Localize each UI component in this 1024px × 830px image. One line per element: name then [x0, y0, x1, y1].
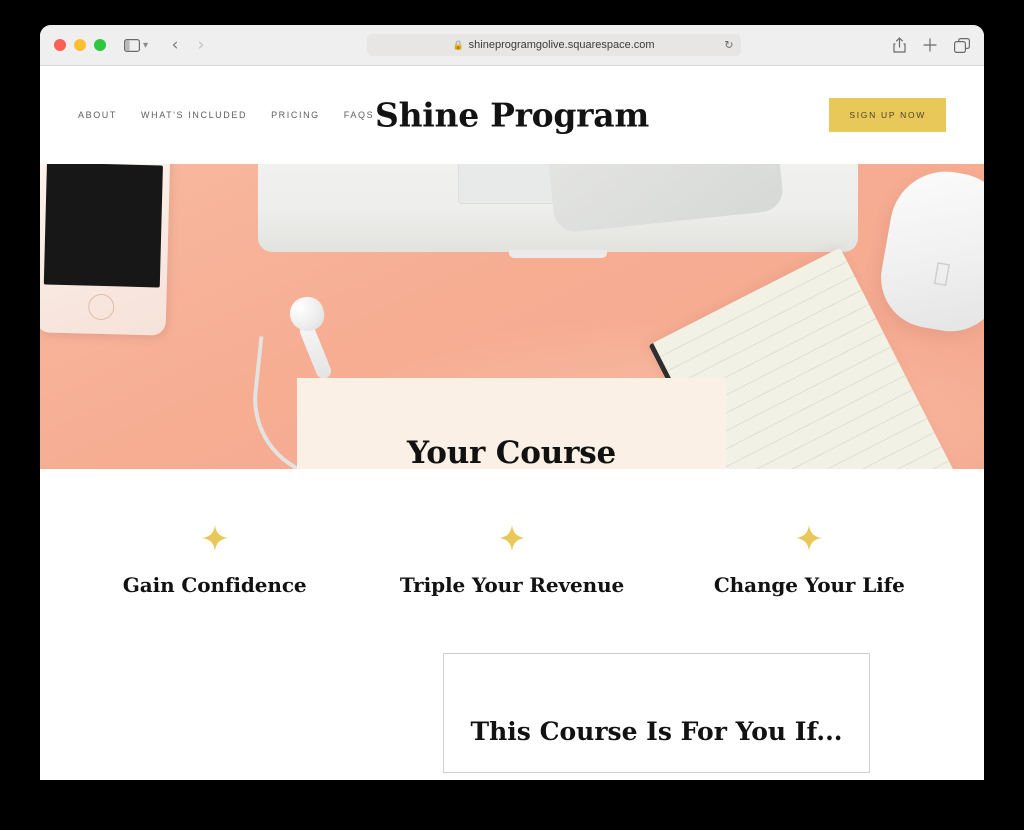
hero-section:  Your Course Promise Or Title Goes Here… [40, 164, 984, 469]
browser-toolbar: ▾ ‹ › 🔒 shineprogramgolive.squarespace.c… [40, 25, 984, 66]
back-button[interactable]: ‹ [162, 35, 188, 55]
course-fit-section: This Course Is For You If... [40, 597, 984, 773]
site-header: ABOUT WHAT'S INCLUDED PRICING FAQS Shine… [40, 66, 984, 164]
tab-overview-icon[interactable] [954, 37, 970, 53]
iphone-image [40, 164, 171, 336]
nav-item-faqs[interactable]: FAQS [344, 110, 374, 120]
laptop-notch [509, 250, 607, 258]
hero-title: Your Course Promise Or Title Goes Here [345, 434, 678, 469]
maximize-window-button[interactable] [94, 39, 106, 51]
nav-item-pricing[interactable]: PRICING [271, 110, 320, 120]
toolbar-actions [893, 37, 970, 53]
nav-item-about[interactable]: ABOUT [78, 110, 117, 120]
forward-button[interactable]: › [188, 35, 214, 55]
address-bar-container: 🔒 shineprogramgolive.squarespace.com ↻ [214, 34, 893, 56]
address-bar-url: shineprogramgolive.squarespace.com [468, 39, 655, 51]
device-frame: ▾ ‹ › 🔒 shineprogramgolive.squarespace.c… [0, 0, 1024, 830]
hero-card: Your Course Promise Or Title Goes Here T… [297, 378, 726, 469]
chevron-down-icon[interactable]: ▾ [143, 40, 148, 51]
four-point-star-icon [201, 525, 228, 551]
four-point-star-icon [796, 525, 823, 551]
site-logo[interactable]: Shine Program [375, 96, 649, 135]
share-icon[interactable] [893, 37, 906, 53]
plus-icon[interactable] [923, 38, 937, 52]
iphone-home-button [87, 293, 115, 321]
feature-item: Gain Confidence [66, 525, 363, 597]
apple-logo-icon:  [932, 257, 952, 288]
feature-title: Gain Confidence [122, 573, 307, 597]
window-traffic-lights [54, 39, 106, 51]
feature-item: Change Your Life [661, 525, 958, 597]
reload-icon[interactable]: ↻ [724, 39, 733, 52]
browser-window: ▾ ‹ › 🔒 shineprogramgolive.squarespace.c… [40, 25, 984, 780]
course-fit-box: This Course Is For You If... [443, 653, 870, 773]
sign-up-now-button[interactable]: SIGN UP NOW [829, 98, 946, 132]
lock-icon: 🔒 [452, 39, 464, 50]
feature-title: Change Your Life [713, 573, 905, 597]
close-window-button[interactable] [54, 39, 66, 51]
feature-title: Triple Your Revenue [399, 573, 625, 597]
hero-title-line-1: Your Course Promise [407, 435, 616, 469]
course-fit-title: This Course Is For You If... [470, 716, 843, 746]
minimize-window-button[interactable] [74, 39, 86, 51]
feature-item: Triple Your Revenue [363, 525, 660, 597]
address-bar[interactable]: 🔒 shineprogramgolive.squarespace.com ↻ [366, 34, 741, 56]
sidebar-toggle-icon[interactable] [124, 38, 140, 52]
iphone-screen [43, 164, 163, 288]
four-point-star-icon [498, 525, 525, 551]
nav-item-whats-included[interactable]: WHAT'S INCLUDED [141, 110, 247, 120]
features-section: Gain Confidence Triple Your Revenue Chan… [40, 469, 984, 597]
site-navigation: ABOUT WHAT'S INCLUDED PRICING FAQS [78, 110, 374, 120]
